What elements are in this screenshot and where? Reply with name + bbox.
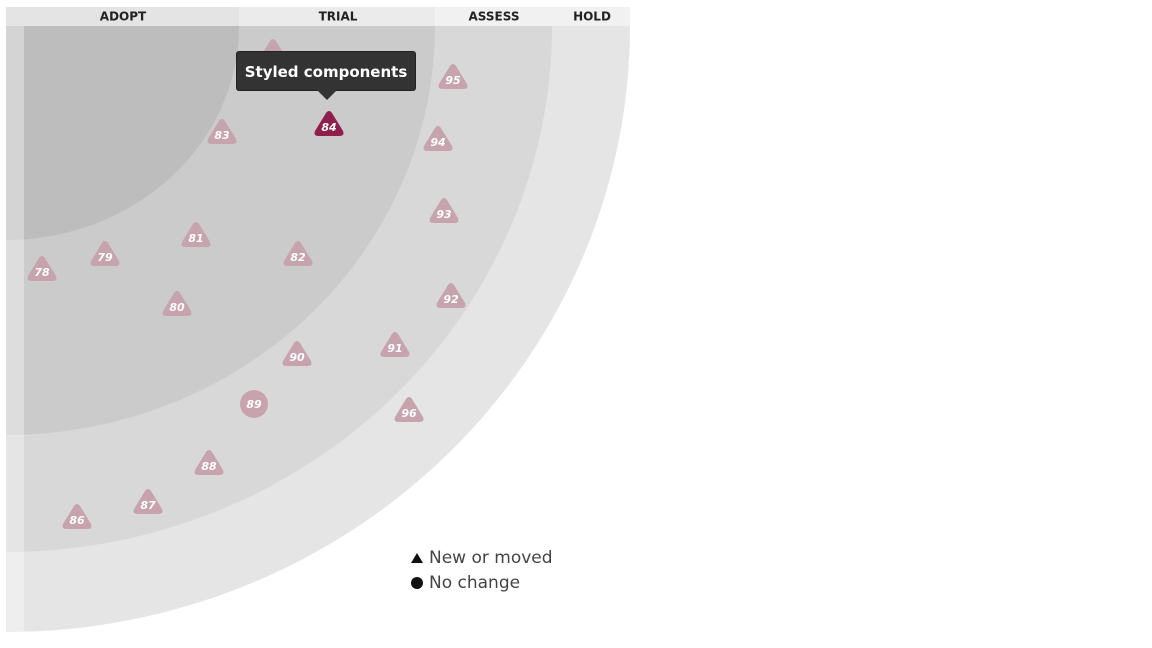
blip-84-label: 84 xyxy=(321,121,336,134)
ring-label-hold: HOLD xyxy=(573,10,611,24)
blip-94-label: 94 xyxy=(430,136,445,149)
blip-79-label: 79 xyxy=(97,251,113,264)
radar-quadrant: ADOPT TRIAL ASSESS HOLD 7879808182838485… xyxy=(6,7,630,632)
legend-item-new-or-moved: New or moved xyxy=(411,545,553,570)
blip-90-label: 90 xyxy=(289,351,305,364)
legend-label-no-change: No change xyxy=(429,572,521,593)
blip-93-label: 93 xyxy=(436,208,452,221)
blip-86-label: 86 xyxy=(69,514,85,527)
ring-label-assess: ASSESS xyxy=(469,10,520,24)
blip-96-label: 96 xyxy=(401,407,417,420)
blip-91-label: 91 xyxy=(387,342,402,355)
ring-label-adopt: ADOPT xyxy=(100,10,147,24)
blip-89-label: 89 xyxy=(246,398,262,411)
blip-95-label: 95 xyxy=(445,74,461,87)
blip-tooltip: Styled components xyxy=(236,51,416,100)
blip-82-label: 82 xyxy=(290,251,306,264)
blip-88-label: 88 xyxy=(201,460,217,473)
triangle-icon xyxy=(411,552,423,563)
legend-item-no-change: No change xyxy=(411,570,553,595)
legend: New or moved No change xyxy=(411,545,553,595)
blip-78-label: 78 xyxy=(34,266,50,279)
legend-label-new-or-moved: New or moved xyxy=(429,547,553,568)
blip-80-label: 80 xyxy=(169,301,185,314)
blip-83-label: 83 xyxy=(214,129,230,142)
blip-89[interactable]: 89 xyxy=(240,390,268,418)
axis-strip xyxy=(6,26,24,632)
circle-icon xyxy=(411,576,423,589)
blip-81-label: 81 xyxy=(188,232,203,245)
blip-87-label: 87 xyxy=(140,499,156,512)
ring-label-trial: TRIAL xyxy=(319,10,358,24)
blip-92-label: 92 xyxy=(443,293,459,306)
